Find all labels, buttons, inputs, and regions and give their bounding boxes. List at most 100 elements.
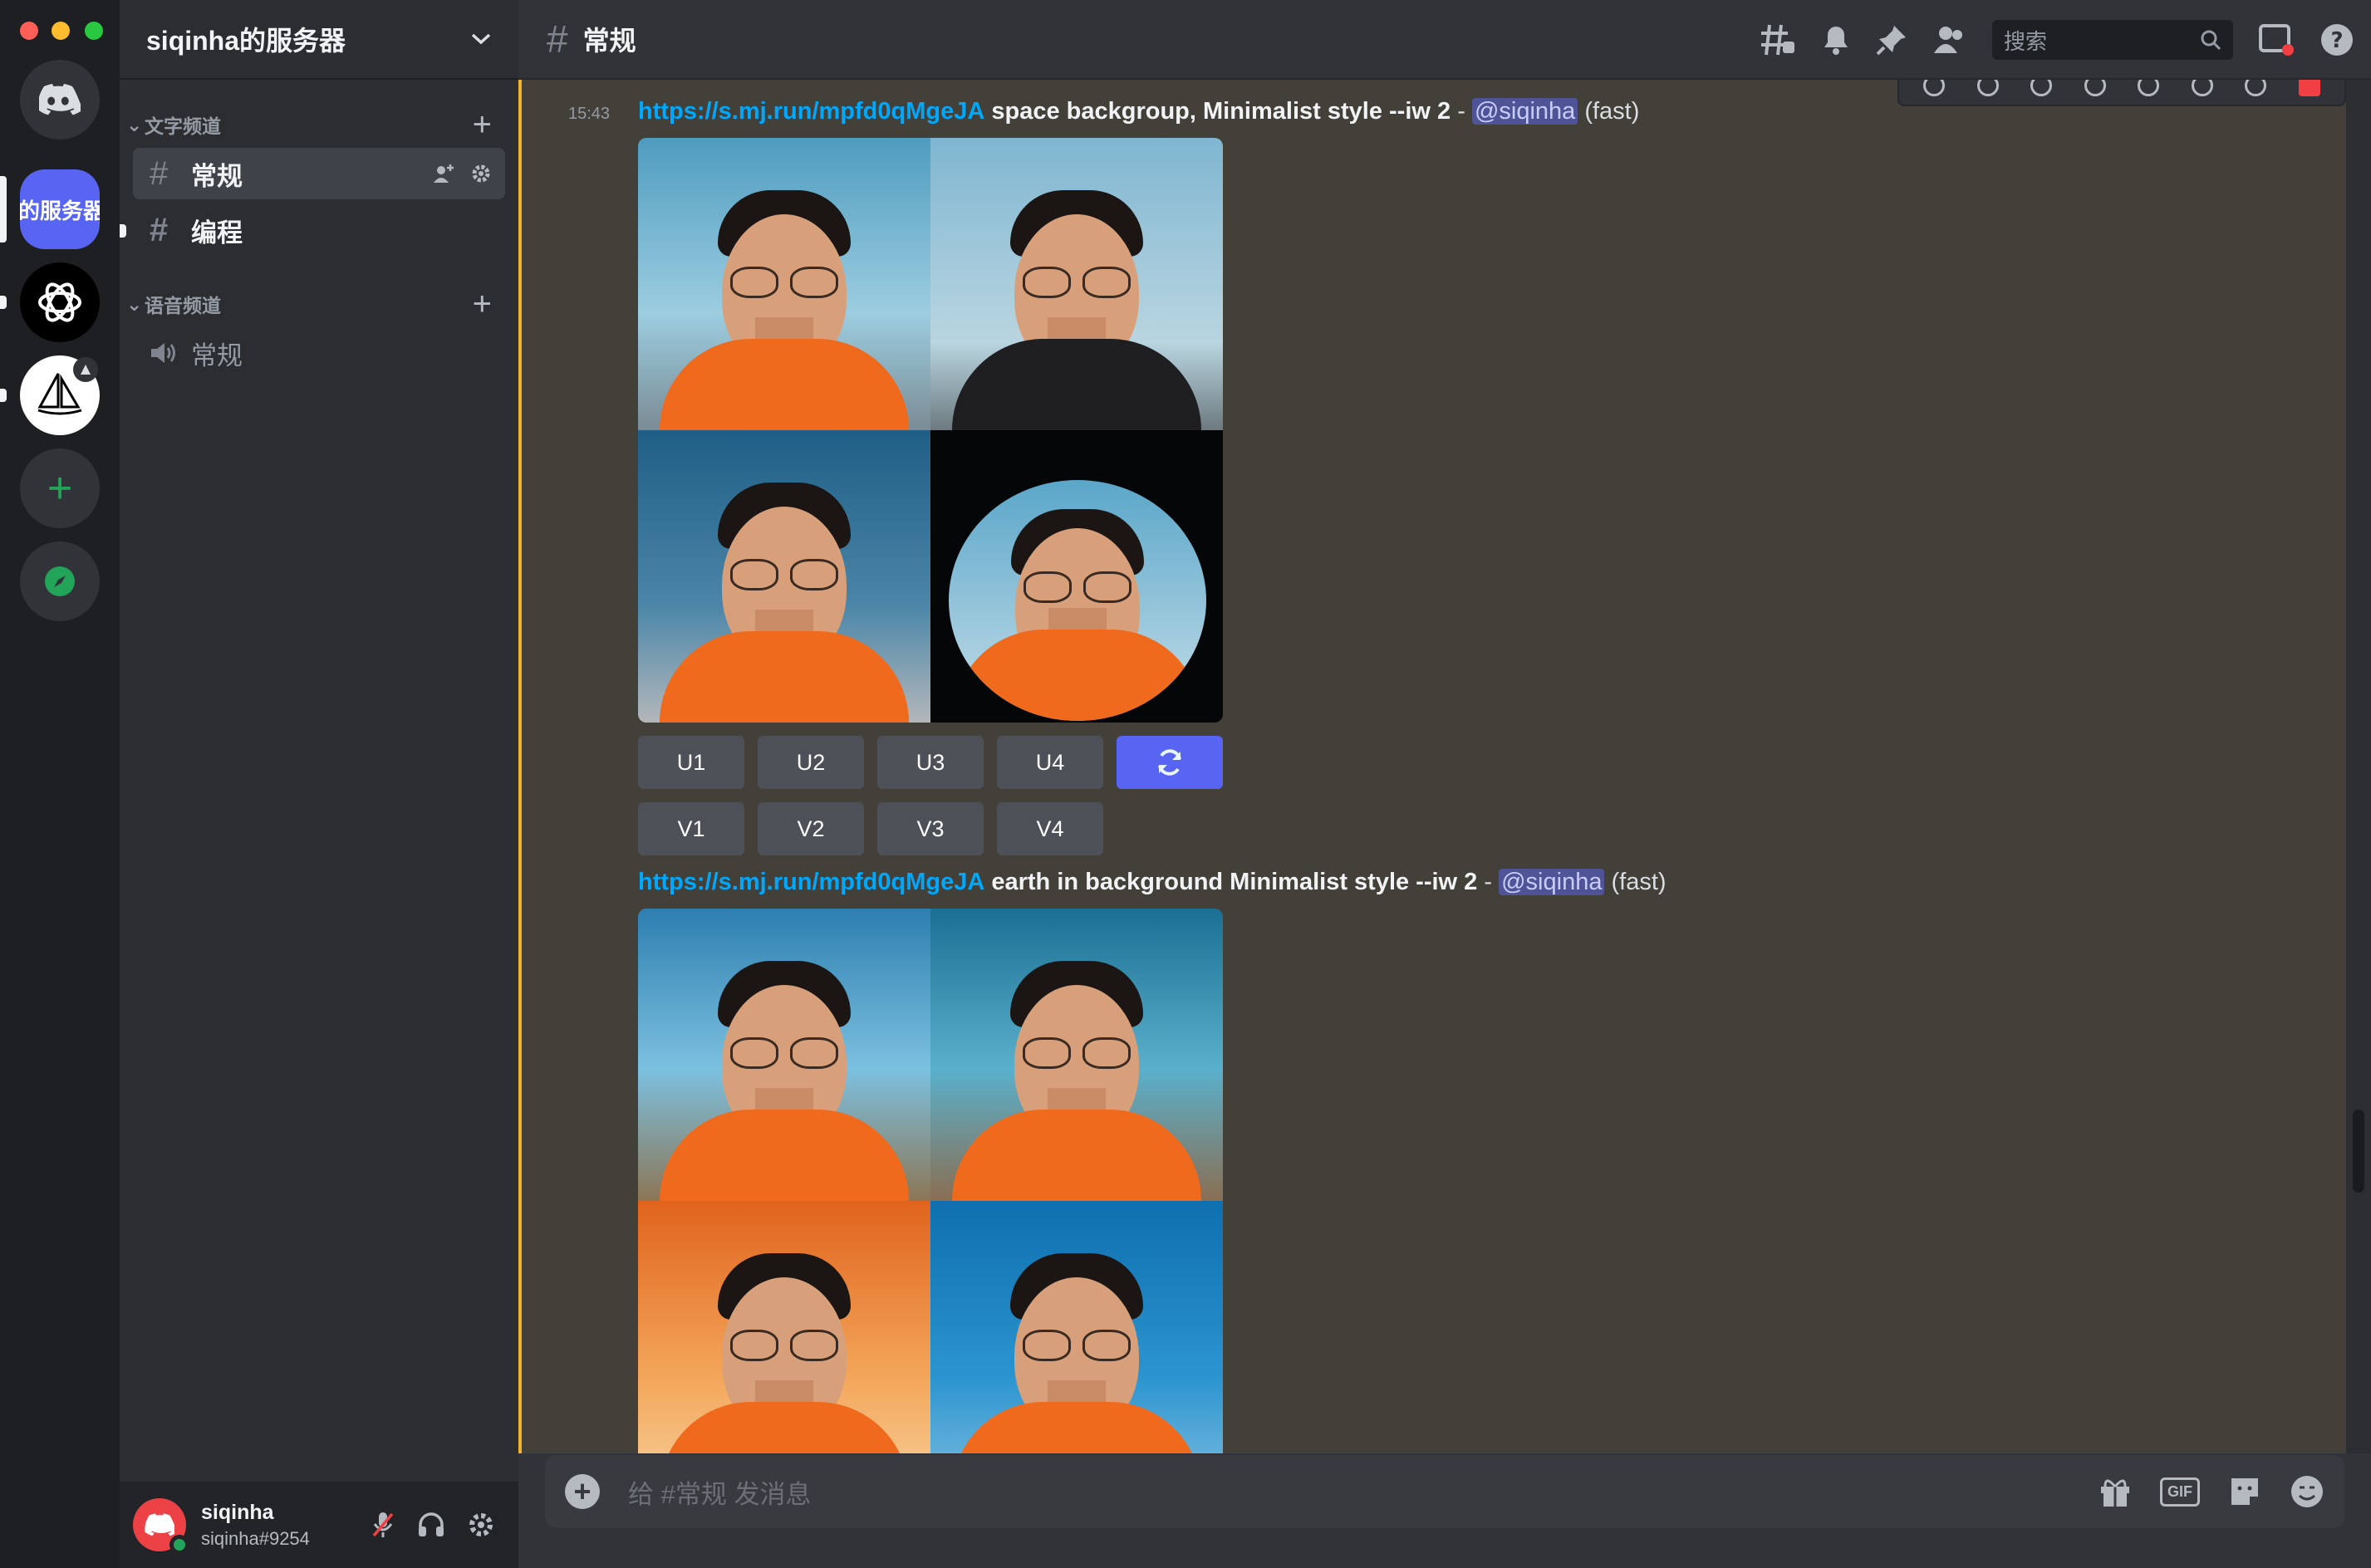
category-voice-channels[interactable]: ⌄ 语音频道 + (120, 286, 518, 323)
separator: - (1457, 98, 1465, 125)
server-label: 的服务器 (20, 198, 100, 223)
scrollbar[interactable] (2346, 80, 2371, 1453)
channel-header: # 常规 搜索 ? (518, 0, 2371, 80)
window-close-button[interactable] (20, 22, 38, 40)
channel-item-programming[interactable]: # 编程 (120, 204, 505, 256)
upload-plus-icon[interactable]: + (565, 1474, 600, 1509)
mic-muted-icon[interactable] (371, 1511, 395, 1539)
image-grid[interactable] (638, 909, 1223, 1453)
speed-label: (fast) (1611, 869, 1667, 895)
invite-member-icon[interactable] (432, 163, 455, 184)
voice-channel-general[interactable]: 常规 (133, 327, 505, 379)
guild-header[interactable]: siqinha的服务器 (120, 0, 518, 80)
chevron-down-icon: ⌄ (126, 292, 143, 315)
separator: - (1484, 869, 1493, 895)
upscale-1-button[interactable]: U1 (638, 736, 744, 789)
unread-indicator (0, 389, 7, 402)
grid-image-1 (638, 138, 930, 430)
emoji-icon[interactable] (2290, 1474, 2324, 1509)
gift-icon[interactable] (2099, 1475, 2132, 1508)
message-content: https://s.mj.run/mpfd0qMgeJA space backg… (638, 98, 1639, 125)
message-list[interactable]: 15:43 https://s.mj.run/mpfd0qMgeJA space… (518, 80, 2371, 1453)
grid-image-3 (638, 430, 930, 723)
channel-item-general[interactable]: # 常规 (133, 148, 505, 199)
category-label: 文字频道 (145, 115, 221, 137)
window-zoom-button[interactable] (85, 22, 103, 40)
message-content: https://s.mj.run/mpfd0qMgeJA earth in ba… (638, 869, 1667, 896)
inbox-icon[interactable] (2258, 23, 2295, 56)
user-mention[interactable]: @siqinha (1471, 98, 1578, 125)
create-channel-button[interactable]: + (473, 286, 492, 323)
variation-3-button[interactable]: V3 (877, 802, 984, 855)
scrollbar-thumb[interactable] (2353, 1110, 2364, 1193)
notification-bell-icon[interactable] (1821, 24, 1851, 56)
reaction-icon[interactable] (2084, 80, 2106, 96)
svg-text:?: ? (2330, 28, 2343, 53)
server-openai[interactable] (20, 262, 100, 342)
user-mention[interactable]: @siqinha (1499, 869, 1605, 895)
grid-image-1 (638, 909, 930, 1201)
server-rail: 的服务器 + (0, 0, 120, 1568)
variation-2-button[interactable]: V2 (758, 802, 864, 855)
reply-icon[interactable] (1976, 80, 1999, 96)
upscale-2-button[interactable]: U2 (758, 736, 864, 789)
sticker-icon[interactable] (2228, 1475, 2261, 1508)
member-list-icon[interactable] (1932, 25, 1967, 55)
prompt-link[interactable]: https://s.mj.run/mpfd0qMgeJA (638, 98, 984, 125)
reroll-button[interactable] (1117, 736, 1223, 789)
composer-placeholder: 给 #常规 发消息 (628, 1479, 812, 1509)
channel-name: 常规 (191, 161, 243, 191)
avatar[interactable] (133, 1498, 189, 1555)
threads-icon[interactable] (1760, 23, 1796, 56)
link-icon[interactable] (1923, 80, 1946, 96)
channel-name: 常规 (191, 341, 243, 370)
gear-icon[interactable] (467, 1511, 495, 1539)
chevron-down-icon: ⌄ (126, 113, 143, 135)
pin-icon[interactable] (2030, 80, 2053, 96)
active-server-indicator (0, 176, 7, 243)
grid-image-2 (930, 138, 1223, 430)
speaker-icon (151, 343, 175, 363)
channel-sidebar: siqinha的服务器 ⌄ 文字频道 + # 常规 # 编程 ⌄ 语音频道 + (120, 0, 518, 1568)
upscale-4-button[interactable]: U4 (997, 736, 1103, 789)
more-options-icon[interactable] (2298, 80, 2320, 96)
plus-icon: + (47, 464, 73, 512)
home-button[interactable] (20, 60, 100, 140)
unread-indicator (0, 296, 7, 309)
pin-icon[interactable] (1876, 24, 1907, 56)
grid-image-4 (930, 430, 1223, 723)
window-minimize-button[interactable] (52, 22, 70, 40)
help-icon[interactable]: ? (2319, 22, 2354, 57)
forward-icon[interactable] (2191, 80, 2213, 96)
create-channel-button[interactable]: + (473, 106, 492, 144)
server-siqinha[interactable]: 的服务器 (20, 169, 100, 249)
mention-bar (518, 80, 522, 1453)
hash-icon: # (150, 154, 169, 192)
search-input[interactable]: 搜索 (1992, 20, 2233, 60)
user-info[interactable]: siqinha siqinha#9254 (201, 1501, 310, 1550)
image-grid[interactable] (638, 138, 1223, 723)
main-panel: # 常规 搜索 ? 15:43 https://s.mj.run/mpfd0qM… (518, 0, 2371, 1568)
variation-button-row: V1 V2 V3 V4 (638, 802, 1103, 855)
variation-4-button[interactable]: V4 (997, 802, 1103, 855)
upscale-3-button[interactable]: U3 (877, 736, 984, 789)
gear-icon[interactable] (470, 163, 492, 184)
server-midjourney[interactable] (20, 355, 100, 435)
eye-icon[interactable] (2138, 80, 2160, 96)
variation-1-button[interactable]: V1 (638, 802, 744, 855)
message-composer[interactable]: + 给 #常规 发消息 GIF (545, 1455, 2344, 1528)
guild-name: siqinha的服务器 (146, 26, 346, 56)
prompt-link[interactable]: https://s.mj.run/mpfd0qMgeJA (638, 869, 984, 895)
category-text-channels[interactable]: ⌄ 文字频道 + (120, 106, 518, 144)
search-placeholder: 搜索 (2004, 28, 2048, 54)
compass-icon (45, 566, 75, 596)
speed-label: (fast) (1584, 98, 1640, 125)
add-server-button[interactable]: + (20, 448, 100, 528)
explore-servers-button[interactable] (20, 541, 100, 621)
channel-title: 常规 (582, 26, 636, 56)
channel-name: 编程 (191, 218, 243, 247)
refresh-icon (1158, 749, 1181, 776)
gif-button[interactable]: GIF (2160, 1477, 2200, 1507)
thread-add-icon[interactable] (2245, 80, 2267, 96)
headphones-icon[interactable] (417, 1512, 445, 1538)
